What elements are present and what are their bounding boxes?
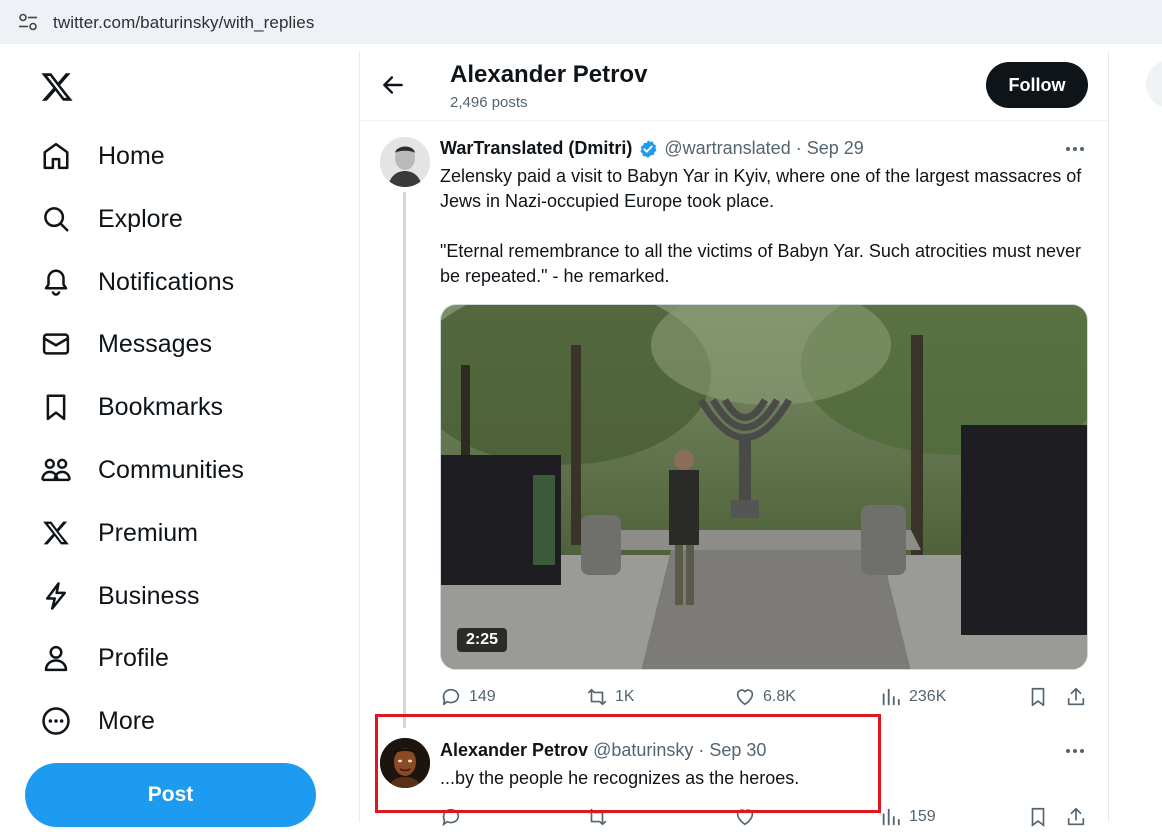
- heart-icon: [736, 689, 754, 706]
- share-button[interactable]: [1065, 686, 1094, 708]
- highlight-box: [375, 714, 881, 813]
- sidebar-item-business[interactable]: Business: [40, 576, 199, 616]
- sidebar-item-home[interactable]: Home: [40, 136, 165, 176]
- column-divider: [1108, 52, 1109, 822]
- back-arrow-icon[interactable]: [380, 72, 406, 98]
- sidebar-item-label: Communities: [98, 455, 244, 484]
- url-text[interactable]: twitter.com/baturinsky/with_replies: [53, 13, 314, 33]
- sidebar-item-label: Explore: [98, 204, 183, 233]
- sidebar-item-more[interactable]: More: [40, 701, 155, 741]
- bookmark-button[interactable]: [1027, 806, 1056, 828]
- share-icon: [1067, 807, 1085, 826]
- x-logo-icon: [40, 517, 72, 549]
- person-icon: [40, 642, 72, 674]
- repost-count: 1K: [615, 688, 635, 705]
- sidebar-item-label: Messages: [98, 329, 212, 358]
- envelope-icon: [40, 328, 72, 360]
- tweet-actions: 149 1K 6.8K 236K: [440, 686, 1088, 712]
- more-options-icon[interactable]: [1064, 742, 1086, 760]
- like-button[interactable]: 6.8K: [734, 686, 796, 708]
- view-count: 159: [909, 808, 936, 825]
- bookmark-button[interactable]: [1027, 686, 1056, 708]
- tweet-header: WarTranslated (Dmitri) @wartranslated · …: [440, 138, 864, 159]
- sidebar-item-explore[interactable]: Explore: [40, 199, 183, 239]
- like-count: 6.8K: [763, 688, 796, 705]
- column-divider: [359, 52, 360, 822]
- more-options-icon[interactable]: [1064, 140, 1086, 158]
- sidebar-item-label: Premium: [98, 518, 199, 547]
- profile-header: Alexander Petrov 2,496 posts Follow: [360, 52, 1108, 120]
- views-button[interactable]: 236K: [880, 686, 946, 708]
- video-frame: [441, 305, 1087, 669]
- thread-connector: [403, 192, 406, 728]
- people-icon: [40, 454, 72, 486]
- repost-button[interactable]: 1K: [586, 686, 635, 708]
- tweet-handle-date[interactable]: @wartranslated · Sep 29: [664, 138, 863, 159]
- sidebar-item-label: Profile: [98, 643, 169, 672]
- sidebar-item-profile[interactable]: Profile: [40, 638, 169, 678]
- video-duration: 2:25: [457, 628, 508, 652]
- avatar[interactable]: [380, 137, 430, 187]
- views-button[interactable]: 159: [880, 806, 936, 828]
- sidebar-item-messages[interactable]: Messages: [40, 324, 212, 364]
- header-divider: [360, 120, 1108, 121]
- views-chart-icon: [882, 688, 900, 706]
- tweet-author[interactable]: WarTranslated (Dmitri): [440, 138, 632, 159]
- address-bar[interactable]: twitter.com/baturinsky/with_replies: [0, 0, 1162, 44]
- verified-badge-icon: [640, 139, 657, 158]
- view-count: 236K: [909, 688, 947, 705]
- sidebar-item-bookmarks[interactable]: Bookmarks: [40, 387, 223, 427]
- sidebar-nav: Home Explore Notifications Messages Book…: [0, 52, 360, 827]
- profile-name: Alexander Petrov: [450, 61, 648, 88]
- share-button[interactable]: [1065, 806, 1094, 828]
- follow-button[interactable]: Follow: [986, 62, 1088, 108]
- search-icon: [40, 203, 72, 235]
- sidebar-item-notifications[interactable]: Notifications: [40, 262, 234, 302]
- share-icon: [1067, 687, 1085, 706]
- home-icon: [40, 140, 72, 172]
- sidebar-item-label: Business: [98, 581, 200, 610]
- bookmark-icon: [1031, 687, 1045, 707]
- sidebar-item-label: Bookmarks: [98, 392, 224, 421]
- bookmark-icon: [40, 391, 72, 423]
- sidebar-item-premium[interactable]: Premium: [40, 513, 198, 553]
- sidebar-item-label: Notifications: [98, 267, 235, 296]
- reply-button[interactable]: 149: [440, 686, 496, 708]
- post-count: 2,496 posts: [450, 94, 528, 111]
- sidebar-item-label: Home: [98, 141, 165, 170]
- sidebar-item-communities[interactable]: Communities: [40, 450, 244, 490]
- repost-icon: [587, 688, 607, 706]
- right-sidebar-button[interactable]: [1146, 60, 1162, 108]
- site-settings-icon[interactable]: [18, 13, 38, 31]
- views-chart-icon: [882, 808, 900, 826]
- reply-count: 149: [469, 688, 496, 705]
- tweet-text: Zelensky paid a visit to Babyn Yar in Ky…: [440, 166, 1082, 286]
- more-circle-icon: [40, 705, 72, 737]
- bell-icon: [40, 266, 72, 298]
- post-button[interactable]: Post: [25, 763, 316, 827]
- x-logo-icon[interactable]: [40, 70, 74, 104]
- lightning-icon: [40, 580, 72, 612]
- sidebar-item-label: More: [98, 706, 155, 735]
- reply-icon: [442, 688, 460, 706]
- bookmark-icon: [1031, 807, 1045, 827]
- video-thumbnail[interactable]: 2:25: [440, 304, 1088, 670]
